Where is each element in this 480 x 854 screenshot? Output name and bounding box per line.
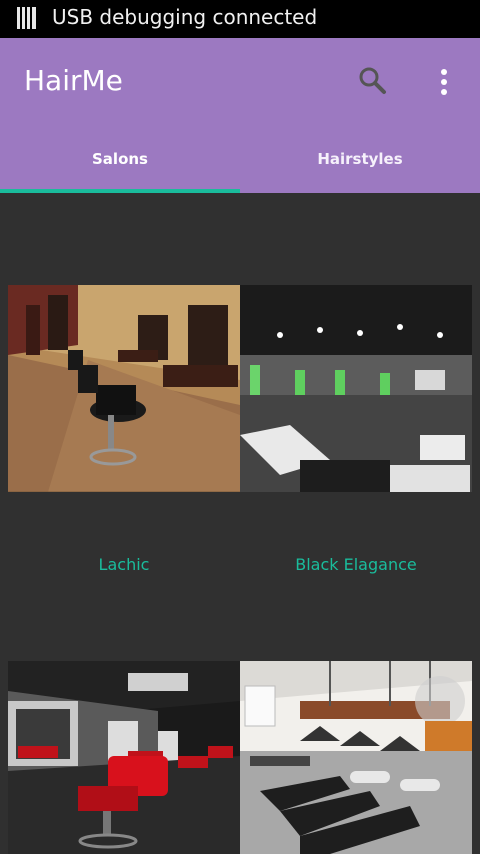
app-bar: HairMe Salons Hairstyles (0, 38, 480, 193)
more-options-button[interactable] (430, 64, 458, 100)
salon-image[interactable] (240, 285, 472, 492)
status-bar: USB debugging connected (0, 0, 480, 38)
salon-name[interactable]: Black Elagance (240, 555, 472, 575)
usb-debug-icon (17, 7, 36, 29)
salon-image[interactable] (8, 661, 240, 854)
app-title: HairMe (24, 64, 123, 97)
salon-name[interactable]: Lachic (8, 555, 240, 575)
tab-salons[interactable]: Salons (0, 142, 240, 180)
search-icon (359, 67, 386, 94)
status-notification-text: USB debugging connected (52, 5, 318, 29)
salon-grid: Lachic Black Elagance (0, 193, 480, 854)
salon-image[interactable] (240, 661, 472, 854)
tab-hairstyles[interactable]: Hairstyles (240, 142, 480, 180)
salon-image[interactable] (8, 285, 240, 492)
search-button[interactable] (355, 63, 391, 99)
